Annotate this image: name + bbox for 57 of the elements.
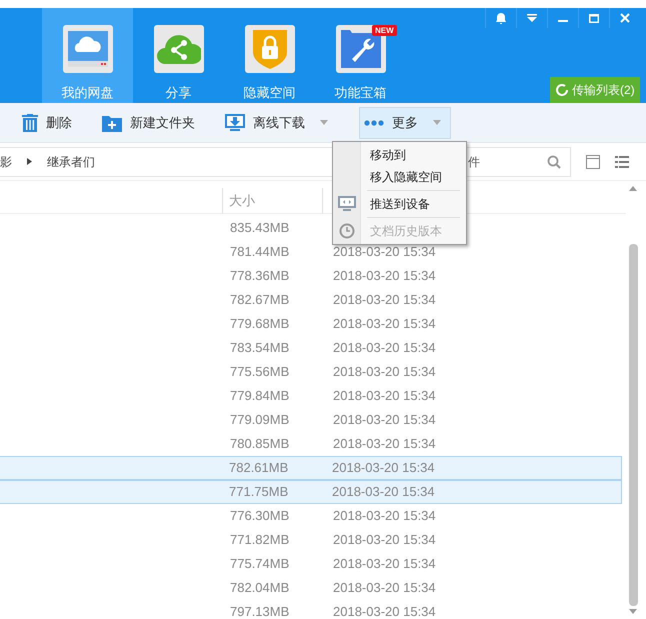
date-cell-text: 2018-03-20 15:34 <box>333 435 436 454</box>
size-cell-text: 781.44MB <box>230 243 290 262</box>
date-cell-text: 2018-03-20 15:34 <box>333 363 436 382</box>
scroll-up-icon[interactable] <box>629 186 637 191</box>
size-cell-text: 775.74MB <box>230 555 290 574</box>
breadcrumb-item[interactable]: 影 <box>0 152 12 170</box>
add-folder-icon <box>102 114 122 132</box>
size-cell-text: 778.36MB <box>230 267 290 286</box>
size-cell-text: 782.67MB <box>230 291 290 310</box>
size-cell-text: 782.04MB <box>230 579 290 598</box>
shield-lock-icon <box>244 25 294 73</box>
size-cell-text: 775.56MB <box>230 363 290 382</box>
size-cell-text: 779.84MB <box>230 387 290 406</box>
new-badge: NEW <box>372 25 397 36</box>
search-icon <box>547 154 561 168</box>
size-cell-text: 771.82MB <box>230 531 290 550</box>
date-cell-text: 2018-03-20 15:34 <box>332 459 435 478</box>
date-cell-text: 2018-03-20 15:34 <box>333 579 436 598</box>
size-cell-text: 797.13MB <box>230 603 290 619</box>
scroll-down-icon[interactable] <box>629 609 637 614</box>
breadcrumb-item[interactable]: 继承者们 <box>47 152 95 170</box>
size-cell-text: 776.30MB <box>230 507 290 526</box>
size-cell-text: 771.75MB <box>229 483 290 502</box>
toolbar-button[interactable]: 更多 <box>359 106 451 138</box>
size-cell-text: 783.54MB <box>230 339 290 358</box>
share-cloud-icon <box>154 25 204 73</box>
size-cell-text: 780.85MB <box>230 435 290 454</box>
toolbar-button[interactable]: 新建文件夹 <box>98 106 199 138</box>
date-cell-text: 2018-03-20 15:34 <box>333 267 436 286</box>
size-cell-text: 782.61MB <box>229 459 290 478</box>
toolbar-button[interactable]: 离线下载 <box>221 106 337 138</box>
clock-icon <box>339 223 355 239</box>
menu-item[interactable]: 推送到设备 <box>333 193 466 215</box>
size-cell-text: 779.68MB <box>230 315 290 334</box>
more-dots-icon <box>364 120 384 126</box>
refresh-icon <box>555 83 569 97</box>
date-cell-text: 2018-03-20 15:34 <box>333 243 436 262</box>
date-cell-text: 2018-03-20 15:34 <box>333 531 436 550</box>
size-cell-text: 835.43MB <box>230 219 290 238</box>
date-cell-text: 2018-03-20 15:34 <box>333 507 436 526</box>
date-cell-text: 2018-03-20 15:34 <box>333 555 436 574</box>
date-cell-text: 2018-03-20 15:34 <box>333 387 436 406</box>
size-cell-text: 779.09MB <box>230 411 290 430</box>
date-cell-text: 2018-03-20 15:34 <box>333 603 436 619</box>
date-cell-text: 2018-03-20 15:34 <box>332 483 435 502</box>
chevron-icon <box>27 158 32 165</box>
cloud-icon <box>62 25 112 73</box>
date-cell-text: 2018-03-20 15:34 <box>333 339 436 358</box>
list-view-icon[interactable] <box>615 156 629 168</box>
panel-view-icon[interactable] <box>586 154 600 168</box>
monitor-icon <box>338 196 356 212</box>
date-cell-text: 2018-03-20 15:34 <box>333 291 436 310</box>
trash-icon <box>22 114 38 132</box>
toolbar-button[interactable]: 删除 <box>18 106 76 138</box>
date-cell-text: 2018-03-20 15:34 <box>333 315 436 334</box>
download-monitor-icon <box>225 114 245 132</box>
date-cell-text: 2018-03-20 15:34 <box>333 411 436 430</box>
